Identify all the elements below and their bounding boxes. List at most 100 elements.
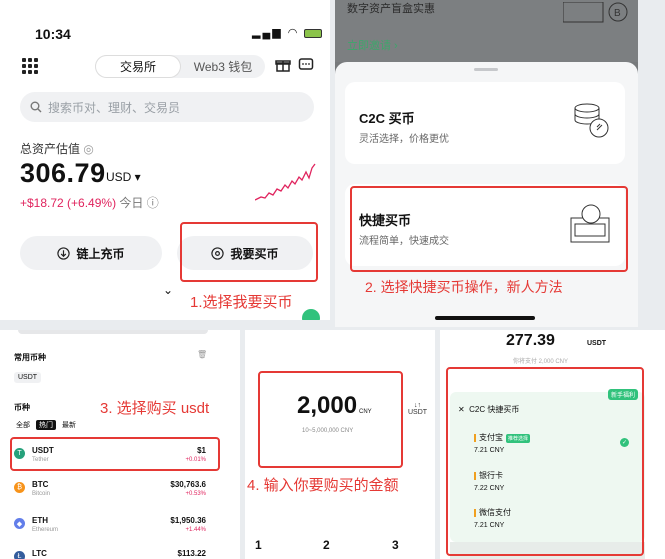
assistant-icon[interactable] xyxy=(302,309,320,320)
alipay-price: 7.21 CNY xyxy=(474,447,505,454)
enter-amount-screen: 2,000 CNY 10~5,000,000 CNY ↓↑ USDT 4. 输入你… xyxy=(245,330,435,559)
search-input[interactable]: 搜索币对、理财、交易员 xyxy=(20,92,314,122)
trash-icon[interactable]: 🗑︎ xyxy=(197,350,207,359)
sparkline-chart xyxy=(255,163,316,201)
status-time: 10:34 xyxy=(35,26,71,42)
info-icon: ⓘ xyxy=(146,196,159,210)
quick-buy-header: ✕ C2C 快捷买币 xyxy=(458,405,520,414)
search-bar-fragment xyxy=(18,330,208,334)
amount-range: 10~5,000,000 CNY xyxy=(302,428,354,434)
mode-switch[interactable]: 交易所 Web3 钱包 xyxy=(95,55,265,78)
onchain-deposit-button[interactable]: 链上充币 xyxy=(20,236,162,270)
pnl-text: +$18.72 (+6.49%) 今日 ⓘ xyxy=(20,196,159,210)
tab-exchange[interactable]: 交易所 xyxy=(96,56,180,77)
ltc-icon: Ł xyxy=(14,551,25,559)
recommended-badge: 推荐选择 xyxy=(506,434,531,443)
coins-stack-icon xyxy=(574,103,609,138)
coin-symbol: USDT xyxy=(32,446,54,455)
tab-web3-wallet[interactable]: Web3 钱包 xyxy=(181,55,265,78)
amount-unit: CNY xyxy=(359,409,372,415)
coin-price: $1 xyxy=(197,446,206,455)
banner-illustration: B xyxy=(563,2,628,23)
buy-crypto-button[interactable]: 我要买币 xyxy=(177,236,313,270)
eth-icon: ◆ xyxy=(14,518,25,529)
asset-label: 总资产估值 ◎ xyxy=(20,142,94,156)
c2c-subtitle: 灵活选择，价格更优 xyxy=(359,134,449,145)
select-coin-screen: 常用币种 🗑︎ USDT 币种 3. 选择购买 usdt 全部 热门 最新 T … xyxy=(0,330,240,559)
battery-icon xyxy=(304,28,323,38)
amount-display: 2,000 xyxy=(297,392,358,419)
payment-method-screen: 277.39 USDT 你将支付 2,000 CNY 新手福利 ✕ C2C 快捷… xyxy=(440,330,665,559)
selected-check-icon: ✓ xyxy=(620,438,629,447)
status-icons: ▂▄▆ ◠ xyxy=(252,26,323,39)
coin-row-btc[interactable]: ₿ BTC Bitcoin $30,763.6 +0.53% xyxy=(14,480,214,508)
pay-method-alipay[interactable]: 支付宝 推荐选择 7.21 CNY xyxy=(474,432,531,454)
bottom-sheet: C2C 买币 灵活选择，价格更优 快捷买币 流程简单，快速成交 2. 选择快捷买… xyxy=(335,62,638,327)
coin-price: $113.22 xyxy=(177,549,206,558)
newbie-badge: 新手福利 xyxy=(608,389,639,400)
pay-summary: 你将支付 2,000 CNY xyxy=(513,359,569,365)
quick-buy-title: 快捷买币 xyxy=(359,213,412,228)
c2c-icon: ✕ xyxy=(458,405,465,414)
coin-symbol: ETH xyxy=(32,516,48,525)
coin-name: Bitcoin xyxy=(32,491,51,497)
coin-change: +1.44% xyxy=(185,527,206,533)
message-icon[interactable] xyxy=(298,57,314,77)
total-amount: 306.79 xyxy=(20,158,106,188)
pay-method-wechat[interactable]: 微信支付 7.21 CNY xyxy=(474,507,511,529)
download-icon xyxy=(57,246,71,260)
sheet-handle[interactable] xyxy=(474,68,498,71)
filter-tabs: 全部 热门 最新 xyxy=(16,420,76,430)
receive-amount: 277.39 xyxy=(506,332,555,349)
filter-new[interactable]: 最新 xyxy=(62,420,76,430)
coin-name: Tether xyxy=(32,457,49,463)
annotation-step2: 2. 选择快捷买币操作，新人方法 xyxy=(365,279,563,295)
coin-price: $30,763.6 xyxy=(170,480,206,489)
coin-row-usdt[interactable]: T USDT Tether $1 +0.01% xyxy=(14,446,214,474)
c2c-title: C2C 买币 xyxy=(359,111,415,126)
buy-method-sheet: 数字资产盲盒实惠 立即邀请 › B C2C 买币 灵活选择，价格更优 快捷买币 … xyxy=(335,0,638,327)
quick-buy-card[interactable]: 快捷买币 流程简单，快速成交 xyxy=(345,184,625,266)
gift-icon[interactable] xyxy=(275,57,291,77)
common-chip-usdt[interactable]: USDT xyxy=(14,372,42,383)
search-placeholder: 搜索币对、理财、交易员 xyxy=(48,100,181,115)
wechat-price: 7.21 CNY xyxy=(474,522,505,529)
currency-select[interactable]: USD ▾ xyxy=(106,170,141,184)
quick-buy-subtitle: 流程简单，快速成交 xyxy=(359,236,449,247)
pay-method-bank-card[interactable]: 银行卡 7.22 CNY xyxy=(474,470,504,492)
coin-row-eth[interactable]: ◆ ETH Ethereum $1,950.36 +1.44% xyxy=(14,516,214,544)
eye-icon[interactable]: ◎ xyxy=(83,142,93,156)
btc-icon: ₿ xyxy=(14,482,25,493)
buy-icon xyxy=(211,246,225,260)
apps-grid-icon[interactable] xyxy=(22,58,38,74)
coins-label: 币种 xyxy=(14,403,30,412)
annotation-step4: 4. 输入你要购买的金额 xyxy=(247,477,399,494)
overlay-background: 数字资产盲盒实惠 立即邀请 › B xyxy=(335,0,638,62)
home-screen: 10:34 ▂▄▆ ◠ 交易所 Web3 钱包 搜索币对、理财、交易员 总资产估… xyxy=(0,0,330,320)
svg-text:B: B xyxy=(614,8,621,19)
wallet-coin-icon xyxy=(570,204,610,243)
coin-symbol: LTC xyxy=(32,549,47,558)
key-3[interactable]: 3 xyxy=(392,538,399,552)
annotation-step3: 3. 选择购买 usdt xyxy=(100,400,210,417)
home-indicator xyxy=(435,316,535,320)
invite-link[interactable]: 立即邀请 › xyxy=(347,37,398,53)
key-1[interactable]: 1 xyxy=(255,538,262,552)
banner-text: 数字资产盲盒实惠 xyxy=(347,3,435,15)
bottom-fragment xyxy=(450,542,645,559)
swap-currency-button[interactable]: ↓↑ USDT xyxy=(408,402,427,416)
annotation-step1: 1.选择我要买币 xyxy=(190,294,293,311)
filter-hot[interactable]: 热门 xyxy=(36,420,56,430)
common-coins-label: 常用币种 xyxy=(14,353,46,362)
coin-row-ltc[interactable]: Ł LTC $113.22 xyxy=(14,549,214,559)
key-2[interactable]: 2 xyxy=(323,538,330,552)
c2c-buy-card[interactable]: C2C 买币 灵活选择，价格更优 xyxy=(345,82,625,164)
coin-change: +0.53% xyxy=(185,491,206,497)
chevron-down-icon[interactable]: ⌄ xyxy=(163,283,173,297)
bank-card-price: 7.22 CNY xyxy=(474,485,505,492)
filter-all[interactable]: 全部 xyxy=(16,420,30,430)
search-icon xyxy=(30,101,42,113)
coin-symbol: BTC xyxy=(32,480,49,489)
usdt-icon: T xyxy=(14,448,25,459)
receive-unit: USDT xyxy=(587,340,607,347)
